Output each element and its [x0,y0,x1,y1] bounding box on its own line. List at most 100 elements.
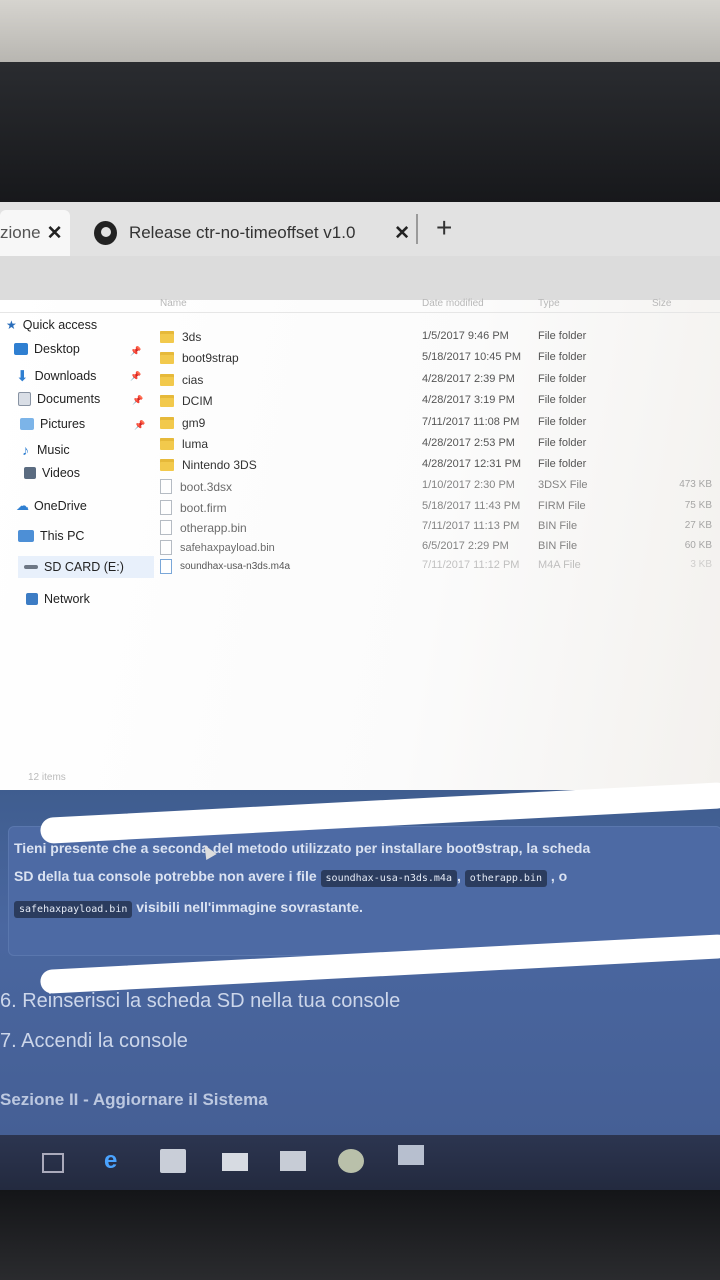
nav-documents[interactable]: Documents [18,392,100,406]
tab-current[interactable]: zione ✕ [0,210,70,256]
pin-icon: 📌 [132,395,144,405]
nav-label: OneDrive [34,499,87,513]
documents-icon [18,392,31,406]
file-icon [160,500,172,515]
file-name: boot.firm [180,500,227,515]
separator: , o [550,868,568,884]
pin-icon: 📌 [134,420,146,430]
file-icon [160,479,172,494]
file-date: 1/10/2017 2:30 PM [422,479,515,491]
file-type: File folder [538,416,587,428]
edge-icon[interactable]: e [104,1149,130,1173]
file-type: BIN File [538,520,578,532]
close-icon[interactable]: ✕ [47,222,63,245]
nav-label: Music [37,443,70,457]
status-bar-item-count: 12 items [28,772,66,783]
github-icon [94,221,117,245]
file-size: 75 KB [684,500,712,511]
store-icon[interactable] [160,1149,186,1173]
file-explorer-icon[interactable] [280,1151,306,1171]
table-row[interactable]: gm9 7/11/2017 11:08 PM File folder [160,414,720,434]
windows-taskbar: e [0,1135,720,1190]
file-type: 3DSX File [538,479,588,491]
file-type: BIN File [538,540,578,552]
table-row[interactable]: boot.firm 5/18/2017 11:43 PM FIRM File 7… [160,498,720,518]
pin-icon: 📌 [130,371,142,381]
file-date: 7/11/2017 11:13 PM [422,520,520,532]
nav-label: This PC [40,529,85,543]
file-size: 473 KB [679,479,712,490]
cloud-icon: ☁ [16,498,29,513]
task-view-icon[interactable] [42,1153,64,1173]
drive-icon [24,565,38,569]
file-date: 4/28/2017 12:31 PM [422,458,522,470]
nav-music[interactable]: ♪ Music [22,442,70,458]
step-6: 6. Reinserisci la scheda SD nella tua co… [0,990,401,1012]
table-row[interactable]: boot.3dsx 1/10/2017 2:30 PM 3DSX File 47… [160,477,720,497]
file-date: 1/5/2017 9:46 PM [422,330,509,342]
monitor-bezel-top [0,62,720,202]
file-type: FIRM File [538,500,586,512]
nav-sd-card[interactable]: SD CARD (E:) [18,556,154,578]
tab-release[interactable]: Release ctr-no-timeoffset v1.0 ✕ [80,210,410,256]
file-size: 27 KB [684,520,712,531]
network-icon [26,593,38,605]
star-icon: ★ [6,318,17,332]
file-name: cias [182,373,204,387]
close-icon[interactable]: ✕ [394,222,410,245]
mail-icon[interactable] [222,1153,248,1171]
pin-icon: 📌 [130,346,142,356]
new-tab-button[interactable]: + [436,212,452,244]
nav-pictures[interactable]: Pictures [20,417,85,431]
videos-icon [24,467,36,479]
file-type: File folder [538,373,587,385]
file-list: 3ds 1/5/2017 9:46 PM File folder boot9st… [160,300,720,780]
nav-videos[interactable]: Videos [24,466,80,480]
file-date: 4/28/2017 3:19 PM [422,394,515,406]
folder-icon [160,395,174,407]
table-row[interactable]: cias 4/28/2017 2:39 PM File folder [160,371,720,391]
desktop-icon [14,343,28,355]
file-date: 5/18/2017 10:45 PM [422,351,522,363]
nav-downloads[interactable]: ⬇ Downloads [16,367,96,385]
table-row[interactable]: 3ds 1/5/2017 9:46 PM File folder [160,328,720,348]
file-date: 7/11/2017 11:12 PM [422,559,520,571]
nav-onedrive[interactable]: ☁ OneDrive [16,498,87,514]
app-icon[interactable] [398,1145,424,1165]
tab-label: zione [0,223,41,242]
nav-network[interactable]: Network [26,592,90,606]
nav-label: Desktop [34,342,80,356]
file-name: DCIM [182,394,213,408]
folder-icon [160,438,174,450]
folder-icon [160,374,174,386]
code-otherapp: otherapp.bin [464,870,547,887]
file-date: 4/28/2017 2:53 PM [422,437,515,449]
file-explorer-window: Name Date modified Type Size ★ Quick acc… [0,298,720,790]
file-type: File folder [538,394,587,406]
table-row[interactable]: safehaxpayload.bin 6/5/2017 2:29 PM BIN … [160,538,720,558]
file-name: boot9strap [182,351,239,365]
table-row[interactable]: boot9strap 5/18/2017 10:45 PM File folde… [160,349,720,369]
file-date: 7/11/2017 11:08 PM [422,416,520,428]
file-icon [160,520,172,535]
table-row[interactable]: soundhax-usa-n3ds.m4a 7/11/2017 11:12 PM… [160,557,720,577]
file-name: otherapp.bin [180,520,247,535]
file-name: boot.3dsx [180,479,233,494]
chrome-icon[interactable] [338,1149,364,1173]
nav-this-pc[interactable]: This PC [18,529,84,543]
separator: , [456,868,461,884]
file-type: M4A File [538,559,581,571]
table-row[interactable]: otherapp.bin 7/11/2017 11:13 PM BIN File… [160,518,720,538]
nav-quick-access[interactable]: ★ Quick access [6,318,97,332]
nav-label: Quick access [22,318,98,332]
file-type: File folder [538,330,587,342]
table-row[interactable]: DCIM 4/28/2017 3:19 PM File folder [160,392,720,412]
audio-file-icon [160,559,172,574]
nav-desktop[interactable]: Desktop [14,342,80,356]
browser-tab-strip: zione ✕ Release ctr-no-timeoffset v1.0 ✕ [0,202,720,256]
table-row[interactable]: luma 4/28/2017 2:53 PM File folder [160,435,720,455]
tab-divider [416,214,418,244]
file-icon [160,540,172,555]
table-row[interactable]: Nintendo 3DS 4/28/2017 12:31 PM File fol… [160,456,720,476]
file-date: 5/18/2017 11:43 PM [422,500,521,512]
